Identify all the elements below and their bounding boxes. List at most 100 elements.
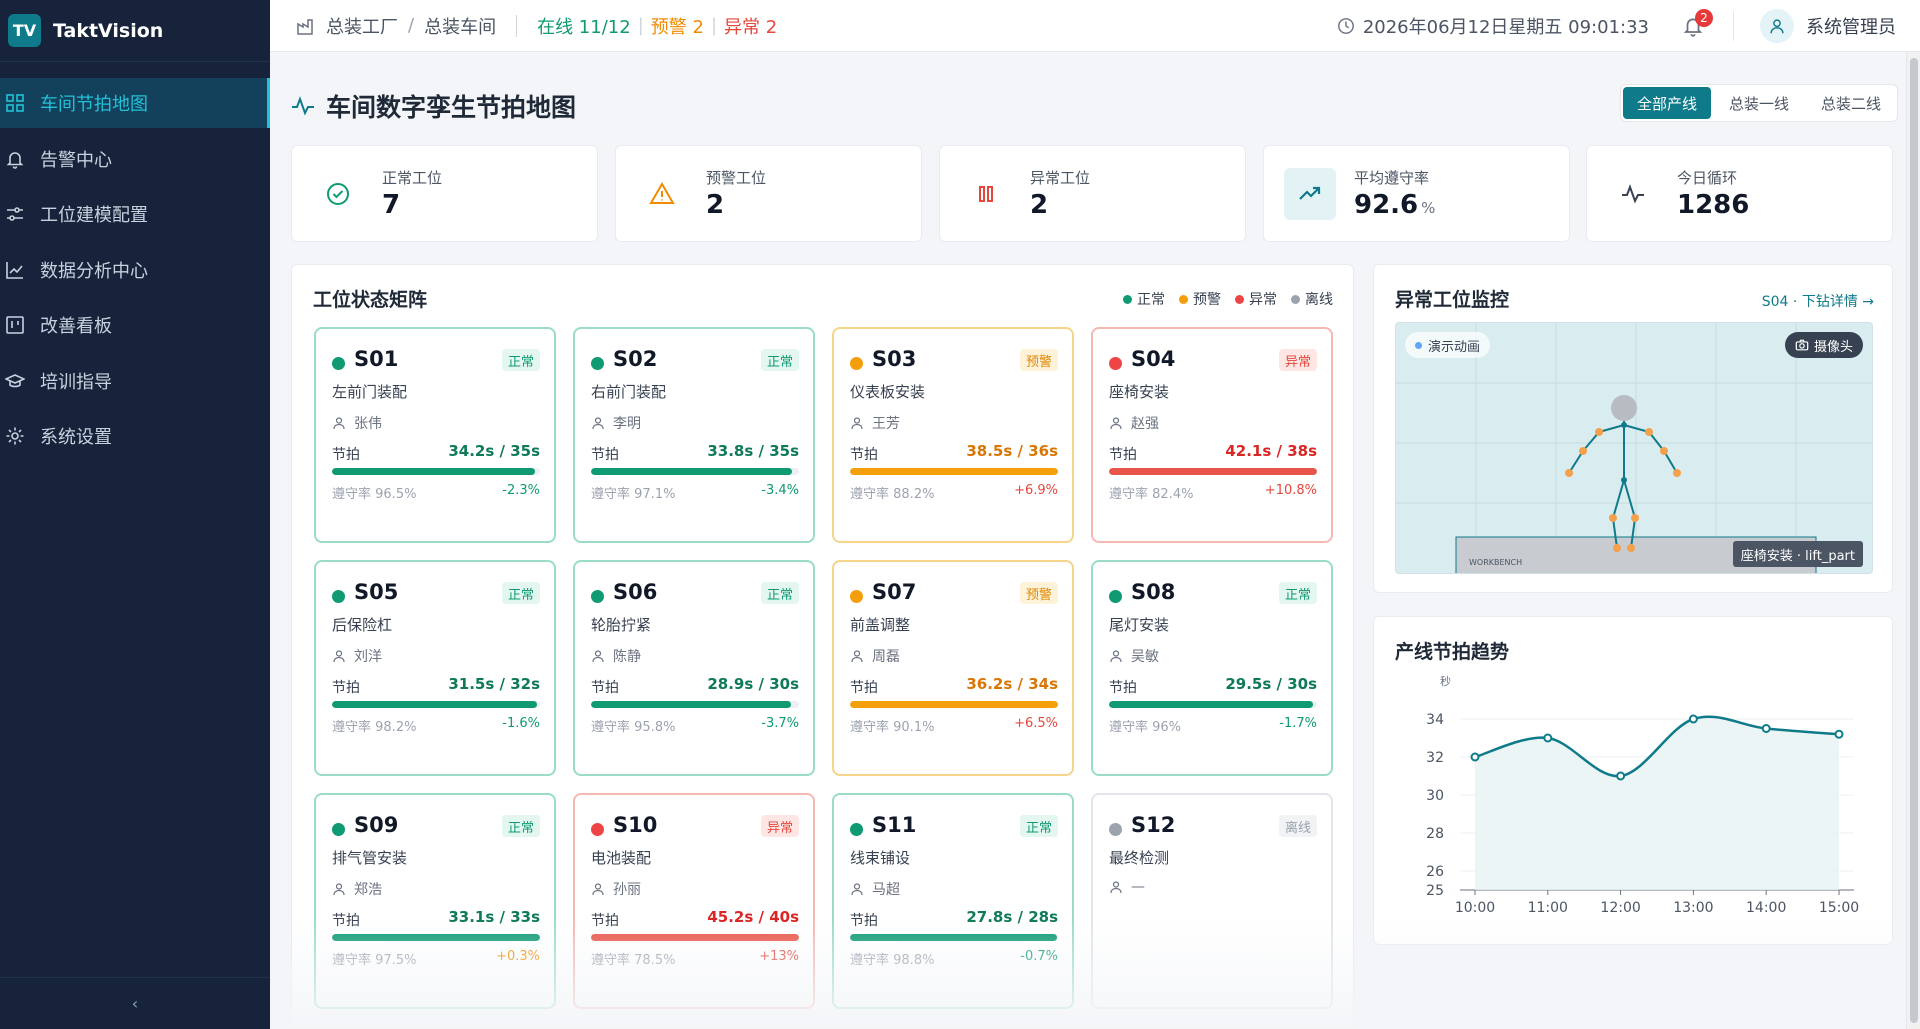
takt-delta: -0.7% [1020,949,1058,964]
station-card-s03[interactable]: S03 预警 仪表板安装 王芳 节拍 38.5s / 36s 遵守率 88.2% +6.9% [832,327,1074,543]
takt-progress [1109,701,1317,708]
tab-line-1[interactable]: 总装一线 [1715,87,1803,119]
sidebar-item-station-config[interactable]: 工位建模配置 [0,189,270,239]
takt-label: 节拍 [332,447,360,463]
takt-progress-fill [332,701,537,708]
station-card-s12[interactable]: S12 离线 最终检测 — [1091,793,1333,1009]
pose-video-view[interactable]: WORKBENCH 演示动画 摄像头 座椅安装 · lift_part [1395,322,1873,574]
kpi-label: 平均遵守率 [1354,169,1430,187]
kpi-today-cycles: 今日循环 1286 [1586,145,1893,242]
operator: 王芳 [850,413,900,433]
y-tick-label: 25 [1426,883,1444,899]
station-card-s01[interactable]: S01 正常 左前门装配 张伟 节拍 34.2s / 35s 遵守率 96.5% -2.3% [314,327,556,543]
camera-button[interactable]: 摄像头 [1784,332,1863,358]
status-dot [1109,357,1122,370]
sidebar-item-label: 培训指导 [40,371,112,393]
user-icon [591,416,613,430]
rate-prefix: 遵守率 [850,720,894,735]
station-card-s02[interactable]: S02 正常 右前门装配 李明 节拍 33.8s / 35s 遵守率 97.1% -3.4% [573,327,815,543]
station-card-s10[interactable]: S10 异常 电池装配 孙丽 节拍 45.2s / 40s 遵守率 78.5% +13% [573,793,815,1009]
operator: 吴敏 [1109,646,1159,666]
user-icon [591,649,613,663]
sidebar-item-kanban[interactable]: 改善看板 [0,300,270,350]
app-logo[interactable]: TV TaktVision [0,0,270,62]
takt-progress-fill [332,934,540,941]
warning-count: 预警 2 [650,16,704,38]
clock-icon [1337,18,1354,34]
operator: 郑浩 [332,879,382,899]
user-icon [850,416,872,430]
rate-value: 98.8% [893,953,935,968]
bell-icon [4,148,26,170]
takt-progress-fill [1109,701,1314,708]
rate-prefix: 遵守率 [1109,720,1153,735]
sidebar-item-training[interactable]: 培训指导 [0,356,270,406]
takt-label: 节拍 [332,913,360,929]
page-scrollbar[interactable] [1906,52,1920,1029]
data-point [1834,729,1844,739]
data-point [1616,771,1626,781]
avatar[interactable] [1760,9,1794,43]
sidebar-item-label: 告警中心 [40,149,112,171]
rate-prefix: 遵守率 [332,953,376,968]
sidebar-collapse-button[interactable]: ‹ [0,977,270,1029]
breadcrumb-factory[interactable]: 总装工厂 [326,13,398,39]
takt-value: 36.2s / 34s [966,675,1058,693]
notifications-button[interactable]: 2 [1679,9,1713,40]
kpi-value: 1286 [1677,190,1750,220]
takt-progress [850,701,1058,708]
sidebar-item-takt-map[interactable]: 车间节拍地图 [0,78,270,128]
kpi-label: 预警工位 [706,169,767,187]
takt-trend-panel: 产线节拍趋势 秒 25 26 28 30 32 34 10:00 11:00 12:00 13:00… [1373,616,1893,945]
station-card-s07[interactable]: S07 预警 前盖调整 周磊 节拍 36.2s / 34s 遵守率 90.1% +6.5% [832,560,1074,776]
takt-label: 节拍 [591,447,619,463]
legend-label: 离线 [1305,292,1333,308]
notification-badge: 2 [1695,9,1713,27]
takt-progress-fill [850,701,1058,708]
operator: — [1109,879,1145,895]
user-icon [332,649,354,663]
station-card-s06[interactable]: S06 正常 轮胎拧紧 陈静 节拍 28.9s / 30s 遵守率 95.8% -3.7% [573,560,815,776]
sidebar-item-alerts[interactable]: 告警中心 [0,134,270,184]
status-dot [1109,590,1122,603]
takt-progress-fill [1109,468,1317,475]
takt-trend-chart: 秒 25 26 28 30 32 34 10:00 11:00 12:00 13:00 14:00 15… [1426,674,1859,916]
station-card-s11[interactable]: S11 正常 线束铺设 马超 节拍 27.8s / 28s 遵守率 98.8% -0.7% [832,793,1074,1009]
page-title: 车间数字孪生节拍地图 [290,88,576,124]
sidebar-item-analytics[interactable]: 数据分析中心 [0,245,270,295]
station-card-s05[interactable]: S05 正常 后保险杠 刘洋 节拍 31.5s / 32s 遵守率 98.2% -1.6% [314,560,556,776]
breadcrumb-workshop[interactable]: 总装车间 [424,13,496,39]
sidebar-item-settings[interactable]: 系统设置 [0,411,270,461]
compliance-rate: 遵守率 96% [1109,716,1181,735]
operator: 马超 [850,879,900,899]
station-card-s09[interactable]: S09 正常 排气管安装 郑浩 节拍 33.1s / 33s 遵守率 97.5% +0.3% [314,793,556,1009]
page-title-text: 车间数字孪生节拍地图 [326,93,577,122]
station-card-s08[interactable]: S08 正常 尾灯安装 吴敏 节拍 29.5s / 30s 遵守率 96% -1.7% [1091,560,1333,776]
grid-icon [4,92,26,114]
takt-label: 节拍 [850,680,878,696]
compliance-rate: 遵守率 90.1% [850,716,934,735]
pulse-icon [292,96,314,116]
station-code: S11 [872,813,917,837]
sidebar-item-label: 系统设置 [40,427,112,448]
takt-value: 34.2s / 35s [448,442,540,460]
compliance-rate: 遵守率 98.8% [850,949,934,968]
x-tick-label: 11:00 [1528,900,1568,916]
x-tick-label: 13:00 [1673,900,1713,916]
station-card-s04[interactable]: S04 异常 座椅安装 赵强 节拍 42.1s / 38s 遵守率 82.4% +10.8% [1091,327,1333,543]
tab-all-lines[interactable]: 全部产线 [1622,87,1711,119]
rate-prefix: 遵守率 [591,720,635,735]
takt-value: 33.8s / 35s [707,442,799,460]
rate-value: 96.5% [375,487,417,502]
trending-up-icon [1284,167,1336,220]
rate-prefix: 遵守率 [1109,487,1153,502]
takt-value: 33.1s / 33s [448,908,540,926]
datetime: 2026年06月12日星期五 09:01:33 [1337,13,1649,39]
tab-line-2[interactable]: 总装二线 [1807,87,1895,119]
takt-progress [1109,468,1317,475]
user-name[interactable]: 系统管理员 [1806,13,1896,39]
kpi-value: 2 [706,190,725,220]
drill-down-link[interactable]: S04 · 下钻详情 → [1762,291,1874,311]
station-name: 座椅安装 [1109,383,1170,401]
scrollbar-thumb[interactable] [1910,58,1918,1023]
